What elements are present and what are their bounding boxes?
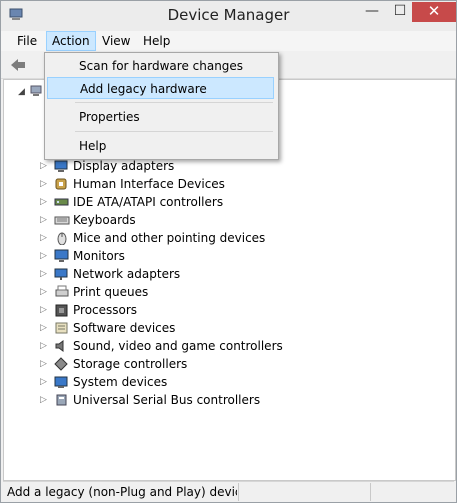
system-device-icon xyxy=(54,376,68,388)
expand-arrow-icon[interactable]: ▷ xyxy=(40,229,48,247)
network-adapter-icon xyxy=(54,268,68,280)
tree-item-label: Human Interface Devices xyxy=(73,177,225,191)
ide-controller-icon xyxy=(54,198,69,206)
expand-arrow-icon[interactable]: ▷ xyxy=(40,193,48,211)
speaker-icon xyxy=(55,340,64,352)
status-text: Add a legacy (non-Plug and Play) device … xyxy=(7,485,237,499)
status-bar: Add a legacy (non-Plug and Play) device … xyxy=(3,481,454,502)
usb-icon xyxy=(56,394,67,406)
tree-item-label: Keyboards xyxy=(73,213,136,227)
expand-arrow-icon[interactable]: ▷ xyxy=(40,301,48,319)
tree-item-label: IDE ATA/ATAPI controllers xyxy=(73,195,224,209)
expand-arrow-icon[interactable]: ▷ xyxy=(40,211,48,229)
menu-item-properties[interactable]: Properties xyxy=(47,106,274,128)
back-arrow-icon[interactable] xyxy=(10,58,26,72)
keyboard-icon xyxy=(54,216,70,225)
expand-arrow-icon[interactable]: ▷ xyxy=(40,337,48,355)
processor-icon xyxy=(55,304,68,317)
tree-item-label: Storage controllers xyxy=(73,357,188,371)
menu-file[interactable]: File xyxy=(12,32,42,50)
expand-arrow-icon[interactable]: ▷ xyxy=(40,391,48,409)
menu-bar: File Action View Help xyxy=(1,31,456,51)
tree-item-label: Software devices xyxy=(73,321,176,335)
hid-icon xyxy=(55,178,67,190)
menu-item-scan-hardware[interactable]: Scan for hardware changes xyxy=(47,55,274,77)
storage-controller-icon xyxy=(54,357,68,371)
tree-item-label: System devices xyxy=(73,375,168,389)
title-bar: Device Manager — ☐ ✕ xyxy=(1,1,456,31)
status-divider xyxy=(370,483,371,501)
tree-item-label: Print queues xyxy=(73,285,149,299)
maximize-button[interactable]: ☐ xyxy=(386,2,414,22)
tree-item-label: Processors xyxy=(73,303,138,317)
menu-item-help[interactable]: Help xyxy=(47,135,274,157)
device-manager-window: Device Manager — ☐ ✕ File Action View He… xyxy=(0,0,457,503)
expand-arrow-icon[interactable]: ▷ xyxy=(40,283,48,301)
tree-item-label: Mice and other pointing devices xyxy=(73,231,266,245)
tree-item-label: Network adapters xyxy=(73,267,181,281)
menu-item-add-legacy-hardware[interactable]: Add legacy hardware xyxy=(47,77,274,99)
tree-item-label: Sound, video and game controllers xyxy=(73,339,283,353)
root-expander-icon[interactable]: ◢ xyxy=(18,87,25,97)
menu-view[interactable]: View xyxy=(97,32,135,50)
tree-item-label: Monitors xyxy=(73,249,125,263)
expand-arrow-icon[interactable]: ▷ xyxy=(40,355,48,373)
action-menu-dropdown: Scan for hardware changes Add legacy har… xyxy=(44,52,279,160)
expand-arrow-icon[interactable]: ▷ xyxy=(40,175,48,193)
tree-item-label: Universal Serial Bus controllers xyxy=(73,393,261,407)
menu-separator xyxy=(75,102,273,103)
status-divider xyxy=(238,483,239,501)
menu-action[interactable]: Action xyxy=(46,31,96,51)
close-button[interactable]: ✕ xyxy=(412,2,456,22)
expand-arrow-icon[interactable]: ▷ xyxy=(40,247,48,265)
software-device-icon xyxy=(55,322,68,334)
menu-separator xyxy=(75,131,273,132)
printer-icon xyxy=(55,285,69,297)
expand-arrow-icon[interactable]: ▷ xyxy=(40,319,48,337)
display-adapter-icon xyxy=(54,160,68,172)
computer-icon xyxy=(30,85,42,96)
expand-arrow-icon[interactable]: ▷ xyxy=(40,265,48,283)
monitor-icon xyxy=(54,249,69,262)
expand-arrow-icon[interactable]: ▷ xyxy=(40,373,48,391)
mouse-icon xyxy=(57,232,67,245)
minimize-button[interactable]: — xyxy=(358,2,386,22)
menu-help[interactable]: Help xyxy=(138,32,175,50)
